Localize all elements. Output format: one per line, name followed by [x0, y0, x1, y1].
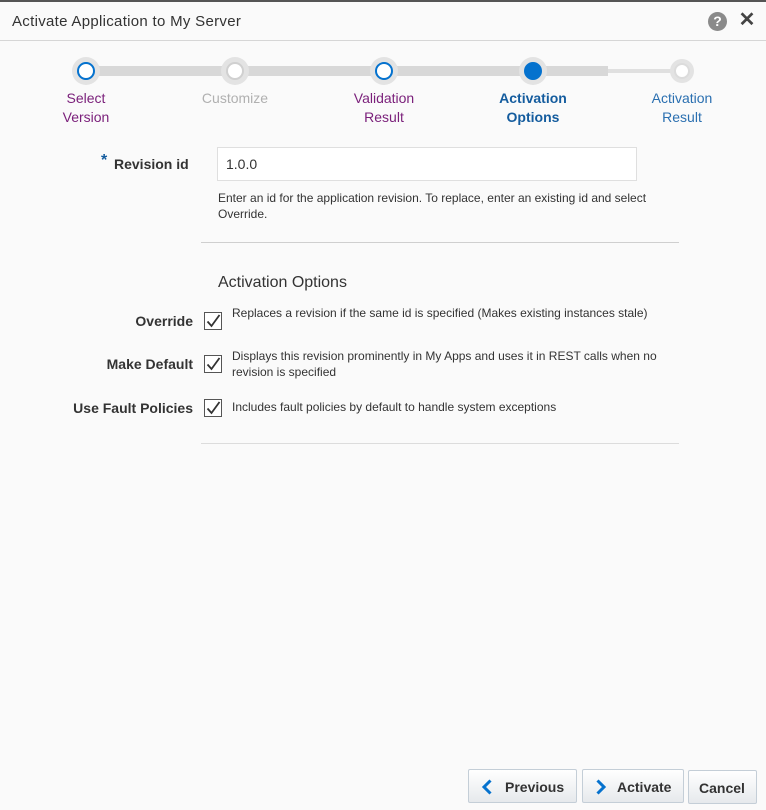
section-divider: [201, 242, 679, 243]
checkmark-icon: [206, 401, 221, 415]
activation-options-heading: Activation Options: [218, 274, 347, 291]
train-label-line: Customize: [201, 90, 269, 106]
train-label-customize: Customize: [180, 89, 290, 108]
override-description: Replaces a revision if the same id is sp…: [232, 306, 648, 320]
close-icon[interactable]: ✕: [738, 10, 756, 30]
use-fault-policies-checkbox[interactable]: [204, 399, 222, 417]
revision-id-input[interactable]: [217, 147, 637, 181]
train-stop-select-version[interactable]: [72, 57, 100, 85]
activate-button-label: Activate: [617, 779, 672, 795]
dialog-title: Activate Application to My Server: [12, 13, 242, 30]
train-label-activation-options: Activation Options: [478, 89, 588, 127]
checkmark-icon: [206, 357, 221, 371]
train-label-validation-result[interactable]: Validation Result: [329, 89, 439, 127]
activate-button[interactable]: Activate: [582, 769, 684, 803]
cancel-button[interactable]: Cancel: [688, 770, 757, 804]
chevron-right-icon: [596, 779, 607, 795]
train-stop-activation-result: [670, 59, 694, 83]
make-default-label: Make Default: [106, 356, 193, 372]
use-fault-policies-description: Includes fault policies by default to ha…: [232, 400, 557, 414]
section-divider: [201, 443, 679, 444]
checkmark-icon: [206, 314, 221, 328]
dialog-titlebar: Activate Application to My Server ? ✕: [0, 2, 766, 41]
train-label-select-version[interactable]: Select Version: [31, 89, 141, 127]
cancel-button-label: Cancel: [699, 780, 745, 796]
train-label-line: Activation: [651, 90, 713, 106]
make-default-description: Displays this revision prominently in My…: [232, 349, 657, 379]
train-label-line: Activation: [499, 90, 567, 106]
make-default-checkbox[interactable]: [204, 355, 222, 373]
train-stop-activation-options: [519, 57, 547, 85]
chevron-left-icon: [481, 779, 492, 795]
revision-id-help-text: Enter an id for the application revision…: [218, 191, 647, 221]
train-label-line: Result: [662, 109, 702, 125]
use-fault-policies-label: Use Fault Policies: [73, 400, 193, 416]
previous-button-label: Previous: [505, 779, 565, 795]
train-label-line: Select: [66, 90, 106, 106]
train-label-line: Version: [62, 109, 110, 125]
help-icon[interactable]: ?: [708, 12, 727, 31]
train-label-line: Result: [364, 109, 404, 125]
activate-application-dialog: Activate Application to My Server ? ✕ Se…: [0, 0, 766, 810]
override-label: Override: [135, 313, 193, 329]
required-indicator: *: [101, 152, 108, 169]
train-stop-customize: [221, 57, 249, 85]
train-label-line: Options: [506, 109, 560, 125]
train-label-line: Validation: [353, 90, 415, 106]
train-stop-validation-result[interactable]: [370, 57, 398, 85]
train-label-activation-result: Activation Result: [627, 89, 737, 127]
previous-button[interactable]: Previous: [468, 769, 577, 803]
override-checkbox[interactable]: [204, 312, 222, 330]
revision-id-label: Revision id: [114, 156, 189, 172]
